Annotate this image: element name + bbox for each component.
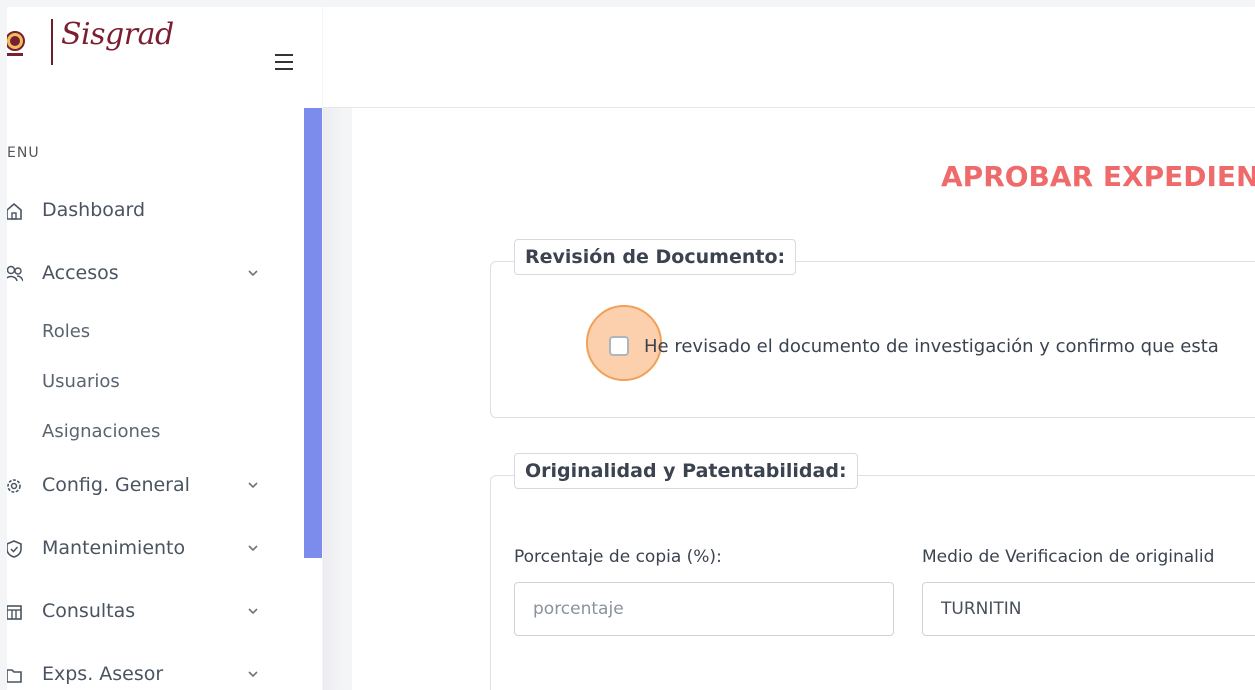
- gear-icon: [7, 479, 21, 493]
- shield-icon: [7, 540, 22, 558]
- chevron-down-icon: [248, 482, 258, 489]
- verification-input[interactable]: [922, 582, 1255, 636]
- chevron-down-icon: [248, 608, 258, 615]
- content-gutter: [323, 108, 343, 690]
- sidebar: Sisgrad ENU Dashboard Accesos Roles Usua…: [7, 7, 322, 690]
- top-navbar: [323, 7, 1255, 108]
- app-frame: Sisgrad ENU Dashboard Accesos Roles Usua…: [0, 0, 1255, 690]
- sidebar-subitem-usuarios[interactable]: Usuarios: [42, 371, 120, 392]
- users-icon: [7, 265, 23, 282]
- sidebar-item-label: Mantenimiento: [42, 537, 186, 559]
- sidebar-item-label: Exps. Asesor: [42, 663, 164, 685]
- page-title: APROBAR EXPEDIEN: [941, 160, 1255, 193]
- sidebar-item-accesos[interactable]: Accesos: [7, 254, 277, 294]
- sidebar-item-config-general[interactable]: Config. General: [7, 466, 277, 506]
- home-icon: [7, 202, 22, 220]
- brand-logo: Sisgrad: [61, 17, 174, 52]
- sidebar-item-label: Config. General: [42, 474, 190, 496]
- chevron-down-icon: [248, 671, 258, 678]
- review-confirm-label: He revisado el documento de investigació…: [644, 336, 1219, 357]
- chevron-down-icon: [248, 545, 258, 552]
- menu-toggle-icon[interactable]: [273, 51, 295, 73]
- table-icon: [7, 605, 22, 620]
- copy-percent-label: Porcentaje de copia (%):: [514, 547, 722, 567]
- chevron-down-icon: [248, 270, 258, 277]
- university-seal-icon: [7, 31, 25, 56]
- logo-divider: [51, 19, 53, 65]
- folder-icon: [7, 669, 22, 683]
- sidebar-item-label: Accesos: [42, 262, 119, 284]
- menu-heading: ENU: [7, 145, 40, 161]
- review-legend: Revisión de Documento:: [514, 239, 797, 275]
- verification-label: Medio de Verificacion de originalid: [922, 547, 1215, 567]
- sidebar-item-mantenimiento[interactable]: Mantenimiento: [7, 529, 277, 569]
- sidebar-item-label: Dashboard: [42, 199, 146, 221]
- sidebar-item-consultas[interactable]: Consultas: [7, 592, 277, 632]
- sidebar-subitem-asignaciones[interactable]: Asignaciones: [42, 421, 160, 442]
- sidebar-item-exps-asesor[interactable]: Exps. Asesor: [7, 655, 277, 690]
- copy-percent-input[interactable]: [514, 582, 894, 636]
- sidebar-item-dashboard[interactable]: Dashboard: [7, 191, 277, 231]
- review-confirm-checkbox[interactable]: [609, 336, 629, 356]
- sidebar-scrollbar[interactable]: [304, 108, 322, 558]
- sidebar-subitem-roles[interactable]: Roles: [42, 321, 90, 342]
- sidebar-item-label: Consultas: [42, 600, 136, 622]
- originality-legend: Originalidad y Patentabilidad:: [514, 453, 858, 489]
